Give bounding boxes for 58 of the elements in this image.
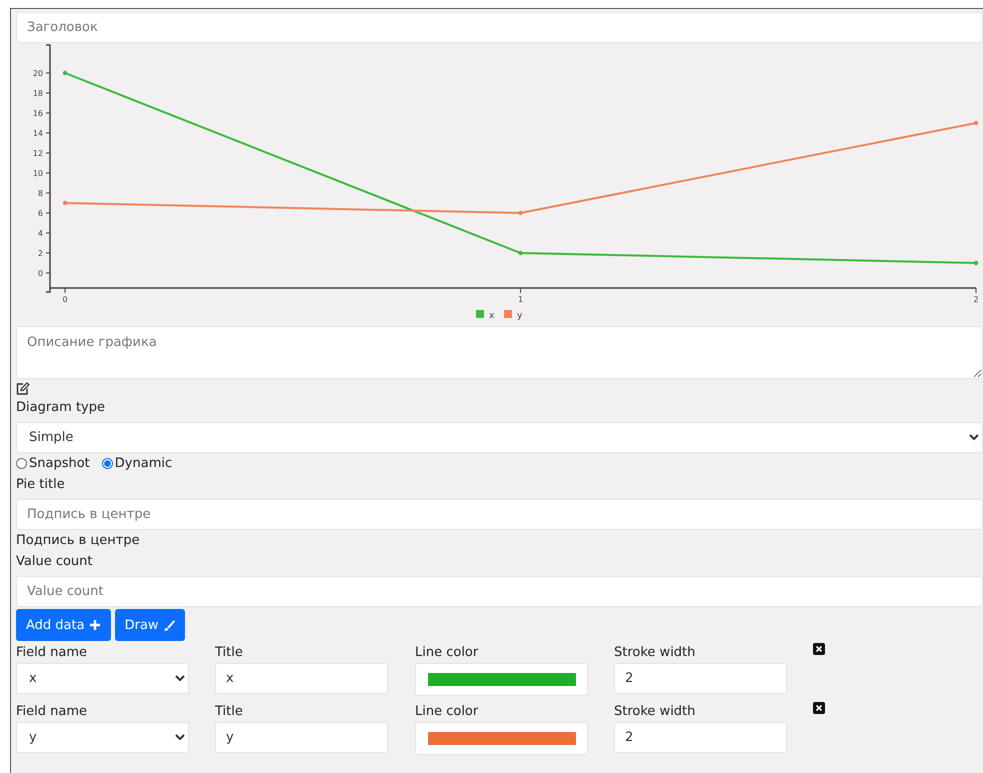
radio-button[interactable]: [102, 458, 113, 469]
title-input[interactable]: y: [215, 722, 388, 753]
field-label: Title: [215, 703, 244, 721]
value-count-field[interactable]: Value count: [16, 576, 983, 607]
tick-label: 18: [32, 89, 43, 98]
title-field[interactable]: Заголовок: [16, 12, 983, 43]
tick-label: 16: [32, 109, 43, 118]
data-point: [518, 250, 523, 256]
tick-label: 8: [38, 189, 43, 198]
field-label: Stroke width: [614, 644, 696, 662]
data-point: [518, 210, 523, 216]
data-point: [62, 70, 68, 76]
tick-label: 1: [518, 295, 524, 304]
data-point: [62, 200, 68, 206]
field-label: Stroke width: [614, 703, 696, 721]
field-label: Value count: [16, 553, 94, 571]
tick-label: 2: [38, 249, 43, 258]
field-label: Pie title: [16, 476, 66, 494]
field-name-select[interactable]: y: [16, 722, 189, 753]
description-field[interactable]: Описание графика: [16, 326, 983, 379]
stroke-width-input[interactable]: 2: [614, 663, 787, 694]
field-label: Line color: [415, 703, 480, 721]
field-label: Field name: [16, 644, 88, 662]
legend-label: y: [517, 311, 522, 321]
edit-icon[interactable]: [16, 382, 30, 394]
data-point: [974, 120, 978, 126]
add-data-button[interactable]: Add data: [16, 609, 111, 641]
brush-icon: [162, 619, 175, 631]
tick-label: 12: [32, 149, 43, 158]
tick-label: 2: [973, 295, 979, 304]
data-point: [974, 260, 978, 266]
tick-label: 0: [62, 295, 68, 304]
diagram-type-select[interactable]: Simple: [16, 422, 983, 453]
pie-title-field[interactable]: Подпись в центре: [16, 499, 983, 530]
radio-label[interactable]: Dynamic: [114, 456, 172, 471]
legend-label: x: [489, 311, 494, 321]
tick-label: 14: [32, 129, 43, 138]
caption-text: Подпись в центре: [16, 532, 141, 550]
draw-button[interactable]: Draw: [114, 609, 185, 641]
field-label: Diagram type: [16, 399, 106, 417]
field-label: Title: [215, 644, 244, 662]
field-label: Field name: [16, 703, 88, 721]
tick-label: 4: [38, 229, 43, 238]
plus-icon: [88, 619, 101, 631]
tick-label: 20: [32, 69, 43, 78]
field-name-select[interactable]: x: [16, 663, 189, 694]
stroke-width-input[interactable]: 2: [614, 722, 787, 753]
tick-label: 10: [32, 169, 43, 178]
tick-label: 6: [38, 209, 43, 218]
color-field[interactable]: [415, 722, 588, 755]
close-icon[interactable]: [813, 702, 825, 714]
title-input[interactable]: x: [215, 663, 388, 694]
radio-label[interactable]: Snapshot: [29, 456, 90, 471]
field-label: Line color: [415, 644, 480, 662]
color-field[interactable]: [415, 663, 588, 696]
radio-button[interactable]: [16, 458, 27, 469]
close-icon[interactable]: [813, 643, 825, 655]
tick-label: 0: [38, 269, 43, 278]
